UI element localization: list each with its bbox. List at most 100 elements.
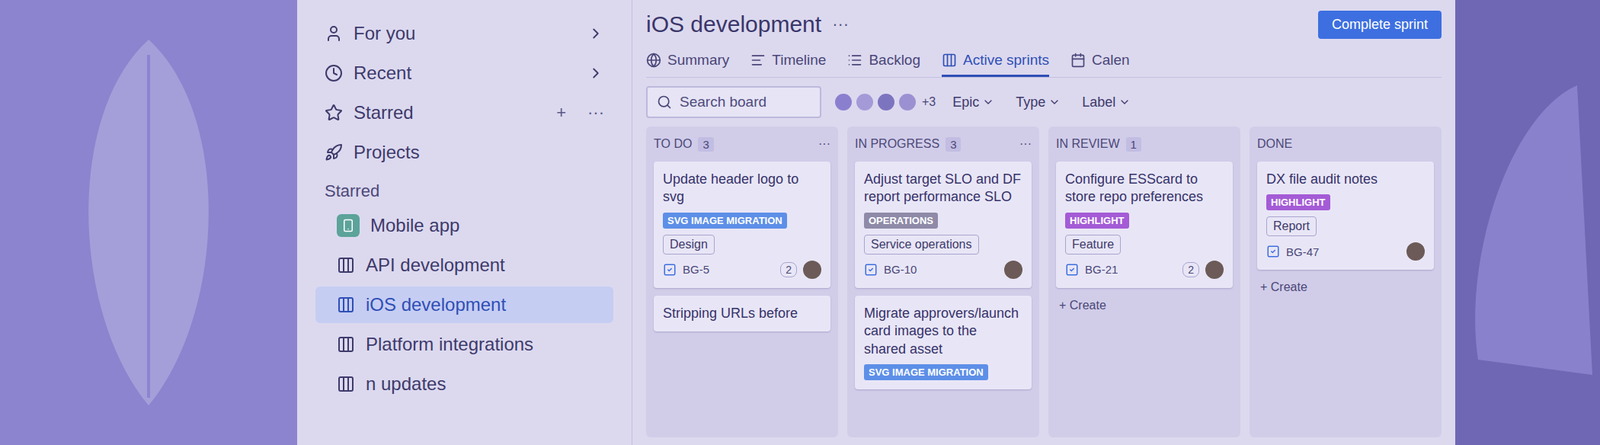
issue-card[interactable]: Configure ESScard to store repo preferen… [1056, 161, 1233, 288]
assignee-avatar[interactable] [1205, 260, 1224, 279]
blob-icon [1462, 70, 1593, 375]
backdrop-left [0, 0, 298, 445]
filter-button[interactable]: Label [1077, 91, 1136, 114]
assignee-avatar[interactable] [803, 260, 822, 279]
search-icon [656, 94, 672, 110]
assignee-avatar[interactable] [1004, 260, 1023, 279]
card-footer: BG-10 [864, 260, 1023, 279]
card-title: Adjust target SLO and DF report performa… [864, 170, 1023, 207]
card-label: Feature [1065, 234, 1121, 255]
chevron-icon [587, 25, 605, 42]
leaf-icon [34, 24, 263, 421]
sidebar-action[interactable]: + [556, 102, 567, 123]
tab[interactable]: Timeline [750, 47, 826, 77]
nav-icon [324, 64, 343, 83]
board-column: IN REVIEW1 Configure ESScard to store rep… [1048, 126, 1241, 438]
issue-key[interactable]: BG-21 [1084, 262, 1177, 276]
sidebar-item[interactable]: Starred+··· [315, 94, 614, 132]
chevron-icon [1118, 96, 1131, 109]
board-column: IN PROGRESS3···Adjust target SLO and DF … [847, 126, 1040, 438]
avatar[interactable] [897, 92, 918, 112]
column-header: DONE [1257, 134, 1434, 154]
column-count: 3 [697, 137, 714, 152]
page: For youRecentStarred+···ProjectsStarredM… [0, 0, 1600, 445]
tab-icon [750, 52, 766, 68]
epic-tag: HIGHLIGHT [1065, 212, 1130, 229]
card-title: Update header logo to svg [662, 170, 822, 207]
project-title: iOS development [646, 11, 822, 38]
column-count: 1 [1126, 137, 1142, 152]
filter-button[interactable]: Type [1011, 91, 1066, 114]
tab-icon [646, 52, 662, 68]
backdrop-right [1455, 0, 1600, 445]
board-icon [336, 335, 356, 354]
column-count: 3 [945, 137, 961, 152]
avatar[interactable] [854, 92, 875, 112]
tab[interactable]: Backlog [847, 47, 921, 77]
column-header: IN PROGRESS3··· [854, 134, 1032, 154]
filter-button[interactable]: Epic [947, 91, 999, 114]
task-icon [864, 262, 878, 277]
tab-icon [941, 52, 957, 68]
issue-key[interactable]: BG-5 [682, 262, 775, 276]
project-item[interactable]: Platform integrations [315, 326, 614, 363]
avatar[interactable] [876, 92, 896, 112]
sidebar-item[interactable]: Recent [315, 54, 614, 92]
card-title: Stripping URLs before [662, 304, 822, 323]
assignee-avatar[interactable] [1406, 242, 1425, 261]
card-footer: BG-212 [1065, 260, 1224, 279]
card-label: Report [1266, 216, 1317, 237]
board-icon [336, 256, 356, 275]
issue-card[interactable]: Migrate approvers/launch card images to … [854, 295, 1032, 390]
search-field[interactable] [646, 86, 822, 119]
header: iOS development ··· Complete sprint [646, 7, 1442, 42]
sidebar-item[interactable]: Projects [315, 134, 614, 171]
card-label: Service operations [864, 234, 980, 255]
tab-icon [1070, 52, 1086, 68]
create-button[interactable]: + Create [1056, 295, 1233, 316]
card-footer: BG-47 [1266, 242, 1425, 261]
epic-tag: HIGHLIGHT [1266, 194, 1331, 211]
chevron-icon [982, 96, 995, 109]
card-title: Migrate approvers/launch card images to … [864, 304, 1023, 359]
epic-tag: SVG IMAGE MIGRATION [864, 364, 989, 381]
board-icon [336, 374, 356, 394]
epic-tag: OPERATIONS [864, 212, 938, 229]
sidebar-action[interactable]: ··· [587, 102, 605, 123]
card-title: Configure ESScard to store repo preferen… [1065, 170, 1224, 207]
board-column: TO DO3···Update header logo to svgSVG IM… [646, 126, 839, 438]
column-more[interactable]: ··· [818, 137, 831, 151]
toolbar: +3 Epic Type Label [646, 83, 1442, 121]
task-icon [1266, 244, 1280, 259]
column-more[interactable]: ··· [1019, 137, 1032, 151]
create-button[interactable]: + Create [1257, 277, 1434, 298]
project-item[interactable]: n updates [315, 365, 614, 403]
project-item[interactable]: Mobile app [315, 207, 614, 244]
avatar[interactable] [833, 92, 854, 112]
complete-sprint-button[interactable]: Complete sprint [1318, 10, 1442, 39]
issue-card[interactable]: Adjust target SLO and DF report performa… [854, 161, 1032, 288]
column-header: TO DO3··· [653, 134, 831, 154]
project-item[interactable]: iOS development [315, 286, 614, 324]
nav-icon [324, 143, 343, 162]
tab[interactable]: Summary [646, 47, 730, 77]
column-header: IN REVIEW1 [1056, 134, 1233, 154]
card-title: DX file audit notes [1266, 170, 1425, 189]
search-input[interactable] [678, 92, 811, 112]
chevron-icon [587, 64, 605, 82]
story-points: 2 [780, 262, 797, 278]
board-column: DONE DX file audit notes HIGHLIGHT Report BG… [1249, 126, 1442, 438]
project-item[interactable]: API development [315, 246, 614, 284]
issue-card[interactable]: DX file audit notes HIGHLIGHT Report BG-47 [1257, 161, 1434, 270]
tab[interactable]: Calen [1070, 47, 1130, 77]
tab[interactable]: Active sprints [941, 47, 1050, 77]
issue-card[interactable]: Update header logo to svg SVG IMAGE MIGRA… [653, 161, 831, 288]
issue-key[interactable]: BG-10 [883, 262, 999, 276]
sidebar-item[interactable]: For you [315, 15, 614, 52]
more-people[interactable]: +3 [921, 95, 936, 109]
issue-card[interactable]: Stripping URLs before [653, 295, 831, 332]
avatar-group[interactable]: +3 [833, 92, 936, 112]
issue-key[interactable]: BG-47 [1286, 245, 1401, 259]
more-button[interactable]: ··· [832, 14, 1308, 35]
epic-tag: SVG IMAGE MIGRATION [662, 212, 788, 229]
